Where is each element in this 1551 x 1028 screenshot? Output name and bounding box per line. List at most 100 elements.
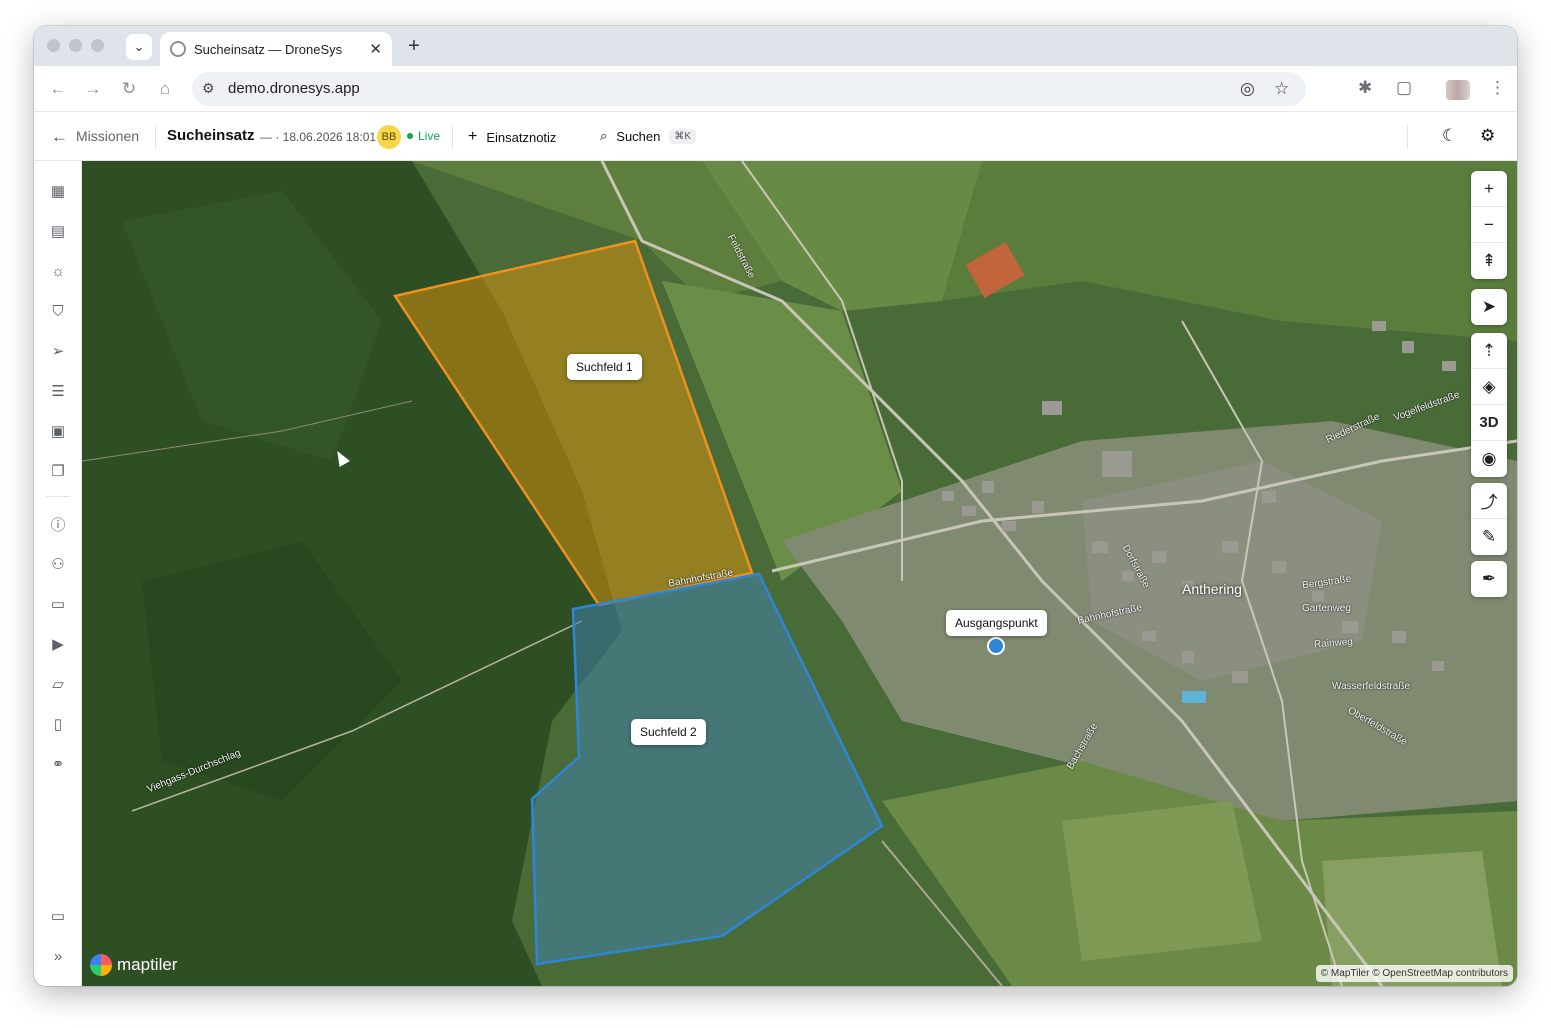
weather-icon[interactable]: ☼ (48, 261, 68, 281)
browser-window: ⌄ Sucheinsatz — DroneSys ✕ + ← → ↻ ⌂ ⚙ d… (34, 26, 1517, 986)
minimize-window-button[interactable] (69, 39, 82, 52)
expand-icon[interactable]: » (48, 946, 68, 966)
zoom-in-button[interactable]: + (1471, 171, 1507, 207)
forward-button[interactable]: → (82, 78, 104, 100)
document-icon[interactable]: ▯ (48, 714, 68, 734)
plus-icon: + (408, 34, 420, 57)
map-view[interactable]: Feldstraße Bahnhofstraße Bahnhofstraße V… (82, 161, 1517, 986)
eye-off-icon[interactable]: ◎ (1240, 79, 1255, 99)
locate-control: ➤ (1471, 289, 1507, 325)
tab-strip: ⌄ Sucheinsatz — DroneSys ✕ + (34, 26, 1517, 66)
layers-button[interactable]: ◈ (1471, 369, 1507, 405)
locate-button[interactable]: ➤ (1471, 289, 1507, 325)
home-button[interactable]: ⌂ (154, 78, 176, 100)
new-tab-button[interactable]: + (402, 34, 426, 58)
camera-icon: ◉ (1481, 449, 1497, 468)
mission-date: — · 18.06.2026 18:01 (260, 130, 377, 144)
url-text[interactable]: demo.dronesys.app (228, 80, 360, 97)
plus-icon: + (468, 128, 478, 145)
id-card-icon[interactable]: ▭ (48, 594, 68, 614)
map-attribution[interactable]: © MapTiler © OpenStreetMap contributors (1315, 965, 1513, 982)
address-bar[interactable]: ⚙ demo.dronesys.app ◎ ☆ (192, 72, 1306, 106)
mission-note-label: Einsatznotiz (486, 129, 557, 145)
folder-icon[interactable]: ▱ (48, 674, 68, 694)
sidepanel-icon[interactable]: ▢ (1396, 78, 1412, 98)
link-icon[interactable]: ⚭ (48, 754, 68, 774)
site-settings-icon[interactable]: ⚙ (202, 80, 215, 97)
divider (452, 125, 453, 149)
compass-button[interactable]: ⇞ (1471, 243, 1507, 279)
minus-icon: − (1484, 214, 1494, 234)
search-shortcut: ⌘K (669, 128, 697, 144)
video-icon[interactable]: ▶ (48, 634, 68, 654)
map-canvas (82, 161, 1517, 986)
route-button[interactable]: ⤴ (1471, 483, 1507, 519)
reload-icon: ↻ (121, 79, 137, 98)
arrow-left-icon: ← (49, 79, 67, 98)
close-window-button[interactable] (47, 39, 60, 52)
send-icon[interactable]: ➢ (48, 341, 68, 361)
profile-avatar[interactable] (1446, 80, 1470, 100)
menu-icon[interactable]: ⋮ (1489, 78, 1506, 98)
reload-button[interactable]: ↻ (118, 78, 140, 100)
zoom-window-button[interactable] (91, 39, 104, 52)
measure-button[interactable]: ✎ (1471, 519, 1507, 555)
divider (1407, 125, 1408, 149)
map-icon[interactable]: ▦ (48, 181, 68, 201)
view-controls: ⇡ ◈ 3D ◉ (1471, 333, 1507, 477)
radio-icon[interactable]: ▤ (48, 221, 68, 241)
sidebar-divider (46, 496, 70, 497)
mission-title: Sucheinsatz (167, 127, 255, 144)
star-icon[interactable]: ☆ (1274, 79, 1289, 99)
signpost-icon: ⤴ (1480, 493, 1498, 512)
copy-icon[interactable]: ❐ (48, 461, 68, 481)
zoom-out-button[interactable]: − (1471, 207, 1507, 243)
info-icon[interactable]: ⓘ (48, 514, 68, 534)
mission-note-button[interactable]: + Einsatznotiz (468, 128, 556, 146)
app-header: ← Missionen Sucheinsatz — · 18.06.2026 1… (34, 113, 1517, 161)
draw-button[interactable]: ✒ (1471, 561, 1507, 597)
search-button[interactable]: ⌕ Suchen ⌘K (600, 128, 697, 144)
pin-icon: ⇡ (1481, 340, 1497, 360)
draw-control: ✒ (1471, 561, 1507, 597)
dark-mode-icon[interactable]: ☾ (1442, 126, 1457, 146)
favicon-icon (170, 41, 186, 57)
tab-search-button[interactable]: ⌄ (126, 34, 152, 60)
street-label: Gartenweg (1302, 603, 1351, 614)
arrow-right-icon: → (84, 79, 102, 98)
zoom-controls: + − ⇞ (1471, 171, 1507, 279)
live-status-badge: Live (407, 129, 440, 143)
north-button[interactable]: ⇡ (1471, 333, 1507, 369)
plus-icon: + (1484, 178, 1494, 198)
arrow-left-icon[interactable]: ← (51, 127, 68, 147)
back-button[interactable]: ← (47, 78, 69, 100)
extensions-icon[interactable]: ✱ (1358, 78, 1372, 98)
browser-tab[interactable]: Sucheinsatz — DroneSys ✕ (160, 32, 392, 66)
town-label: Anthering (1182, 581, 1242, 597)
screenshot-button[interactable]: ◉ (1471, 441, 1507, 477)
start-point-label[interactable]: Ausgangspunkt (946, 610, 1047, 636)
maptiler-logo: maptiler (90, 954, 177, 976)
home-icon: ⌂ (159, 79, 171, 98)
maptiler-logo-text: maptiler (117, 955, 178, 974)
maptiler-logo-icon (90, 954, 112, 976)
3d-toggle-button[interactable]: 3D (1471, 405, 1507, 441)
pen-tool-icon: ✒ (1481, 569, 1497, 588)
search-field-2-label[interactable]: Suchfeld 2 (631, 719, 706, 745)
back-to-missions-link[interactable]: Missionen (76, 128, 139, 144)
live-dot-icon (407, 133, 413, 139)
shield-icon[interactable]: ⛉ (48, 301, 68, 321)
users-icon[interactable]: ⚇ (48, 554, 68, 574)
close-tab-icon[interactable]: ✕ (369, 40, 382, 58)
navigation-arrow-icon: ➤ (1481, 297, 1497, 316)
layers-icon: ◈ (1482, 376, 1496, 396)
image-icon[interactable]: ▣ (48, 421, 68, 441)
monitor-icon[interactable]: ▭ (48, 906, 68, 926)
list-icon[interactable]: ☰ (48, 381, 68, 401)
search-field-1-label[interactable]: Suchfeld 1 (567, 354, 642, 380)
compass-icon: ⇞ (1481, 251, 1497, 270)
tool-controls: ⤴ ✎ (1471, 483, 1507, 555)
avatar[interactable]: BB (377, 125, 401, 149)
divider (155, 125, 156, 149)
gear-icon[interactable]: ⚙ (1480, 126, 1495, 146)
